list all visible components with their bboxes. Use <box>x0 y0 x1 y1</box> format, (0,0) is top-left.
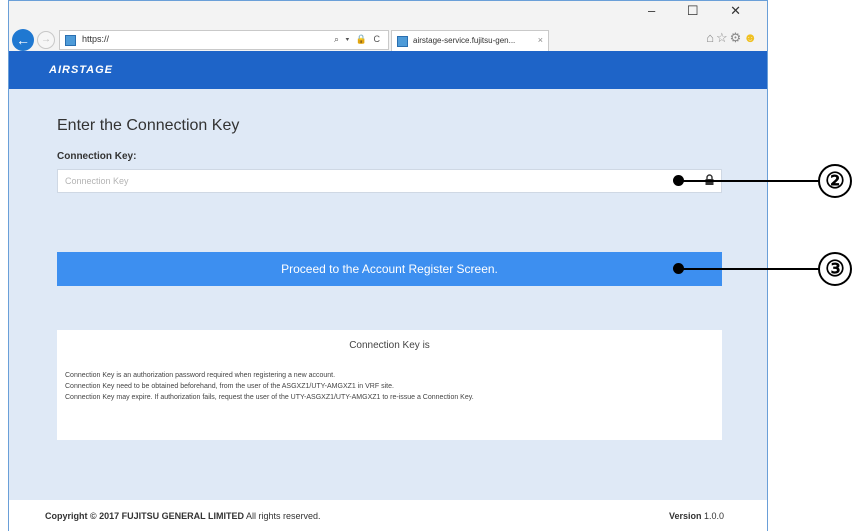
info-text: Connection Key is an authorization passw… <box>65 370 474 403</box>
copyright-rights: All rights reserved. <box>244 511 321 521</box>
browser-chrome: ← → https:// ⌕ ▾ 🔒 C airstage-service.fu… <box>9 1 767 51</box>
browser-toolbar-icons[interactable]: ⌂☆⚙☻ <box>706 30 759 46</box>
home-icon[interactable]: ⌂ <box>706 30 716 45</box>
version-number: 1.0.0 <box>701 511 725 521</box>
info-title: Connection Key is <box>349 340 430 351</box>
address-tools-icon[interactable]: ⌕ ▾ 🔒 C <box>334 34 382 45</box>
info-line: Connection Key is an authorization passw… <box>65 372 336 379</box>
browser-tab[interactable]: airstage-service.fujitsu-gen... × <box>391 30 549 51</box>
copyright-text: Copyright © 2017 FUJITSU GENERAL LIMITED… <box>45 511 321 521</box>
page-icon <box>65 35 76 46</box>
page-title: Enter the Connection Key <box>57 117 240 134</box>
settings-gear-icon[interactable]: ⚙ <box>730 30 744 45</box>
connection-key-input[interactable] <box>57 169 722 193</box>
feedback-smiley-icon[interactable]: ☻ <box>743 30 759 45</box>
main-content: Enter the Connection Key Connection Key:… <box>9 89 767 500</box>
tab-title: airstage-service.fujitsu-gen... <box>413 36 516 45</box>
tab-close-icon[interactable]: × <box>538 35 543 45</box>
window-controls[interactable]: – ☐ ✕ <box>648 3 755 19</box>
callout-number-3: ③ <box>818 252 852 286</box>
browser-window: ← → https:// ⌕ ▾ 🔒 C airstage-service.fu… <box>8 0 768 531</box>
footer: Copyright © 2017 FUJITSU GENERAL LIMITED… <box>9 500 767 531</box>
back-arrow-icon[interactable]: ← <box>12 29 34 51</box>
callout-line-proceed <box>679 268 819 270</box>
info-line: Connection Key may expire. If authorizat… <box>65 394 474 401</box>
forward-arrow-icon[interactable]: → <box>37 31 55 49</box>
address-bar[interactable]: https:// ⌕ ▾ 🔒 C <box>59 30 389 50</box>
copyright-holder: Copyright © 2017 FUJITSU GENERAL LIMITED <box>45 511 244 521</box>
site-header: AIRSTAGE <box>9 51 767 89</box>
connection-key-label: Connection Key: <box>57 151 137 162</box>
url-text[interactable]: https:// <box>82 34 109 44</box>
version-text: Version 1.0.0 <box>669 511 724 521</box>
airstage-logo: AIRSTAGE <box>49 64 114 76</box>
version-label: Version <box>669 511 702 521</box>
favorites-star-icon[interactable]: ☆ <box>716 30 730 45</box>
tab-page-icon <box>397 36 408 47</box>
callout-number-2: ② <box>818 164 852 198</box>
callout-line-key-field <box>679 180 819 182</box>
proceed-button[interactable]: Proceed to the Account Register Screen. <box>57 252 722 286</box>
info-line: Connection Key need to be obtained befor… <box>65 383 394 390</box>
info-box: Connection Key is Connection Key is an a… <box>57 330 722 440</box>
